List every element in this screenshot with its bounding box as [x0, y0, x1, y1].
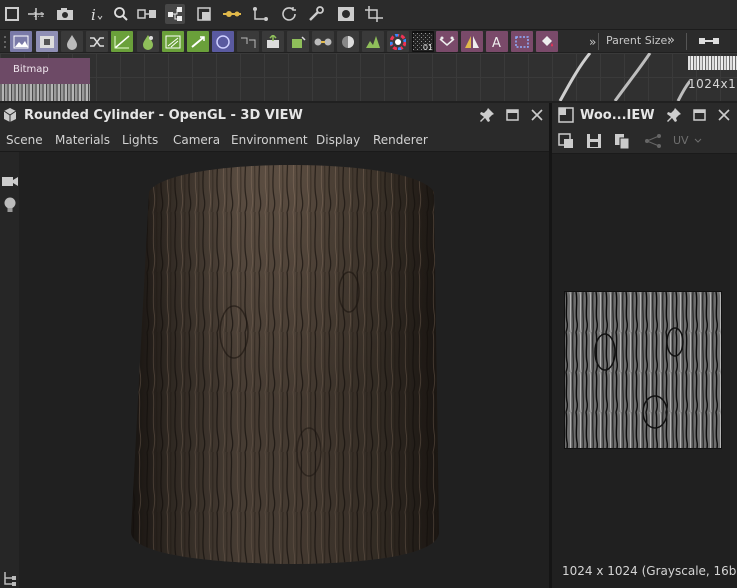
share-icon[interactable]	[644, 134, 662, 148]
grip-icon[interactable]	[2, 34, 8, 50]
search-icon[interactable]	[111, 4, 131, 24]
menu-lights[interactable]: Lights	[122, 133, 158, 147]
text-node-icon[interactable]: A	[486, 31, 508, 52]
copy-icon[interactable]	[614, 133, 630, 149]
3d-viewport[interactable]	[19, 152, 549, 588]
link-nodes-icon[interactable]	[698, 35, 720, 47]
color-wheel-icon[interactable]	[387, 31, 409, 52]
toolbar-separator	[598, 33, 599, 50]
parent-size-chevron[interactable]: »	[667, 33, 675, 48]
bitmap-node-icon[interactable]	[10, 31, 32, 52]
gradient-node-icon[interactable]	[187, 31, 209, 52]
frame-icon[interactable]	[2, 4, 22, 24]
texture-status: 1024 x 1024 (Grayscale, 16bp	[562, 564, 737, 578]
3d-view-panel: Rounded Cylinder - OpenGL - 3D VIEW Scen…	[0, 103, 549, 588]
curve-node-icon[interactable]	[111, 31, 133, 52]
noise-node-icon[interactable]: 01	[412, 31, 434, 52]
bitmap-node[interactable]: Bitmap	[0, 58, 90, 101]
menu-display[interactable]: Display	[316, 133, 360, 147]
link-icon[interactable]	[222, 4, 242, 24]
export-image-icon[interactable]	[558, 133, 574, 149]
info-icon[interactable]: i	[86, 4, 106, 24]
uv-dropdown[interactable]: UV	[673, 134, 689, 147]
close-icon[interactable]	[716, 107, 732, 123]
resolution-label: 1024x1	[688, 77, 737, 91]
svg-text:1:1: 1:1	[33, 11, 44, 19]
2d-view-icon	[558, 107, 574, 123]
node-connection-wires	[558, 53, 690, 101]
video-camera-icon[interactable]	[1, 174, 19, 188]
wrench-icon[interactable]	[307, 4, 327, 24]
bitmap-node-title: Bitmap	[13, 64, 49, 75]
pin-icon[interactable]	[666, 107, 682, 123]
output-node-thumbnail[interactable]	[688, 56, 737, 70]
shuffle-node-icon[interactable]	[86, 31, 108, 52]
light-bulb-icon[interactable]	[2, 196, 18, 214]
bitmap-node-thumbnail	[0, 84, 90, 101]
save-icon[interactable]	[586, 133, 602, 149]
blend-node-icon[interactable]	[137, 31, 159, 52]
svg-text:A: A	[492, 36, 501, 49]
hierarchy-icon[interactable]	[2, 570, 18, 586]
close-icon[interactable]	[529, 107, 545, 123]
refresh-icon[interactable]	[280, 4, 300, 24]
drop-node-icon[interactable]	[61, 31, 83, 52]
2d-view-title: Woo...IEW	[580, 108, 655, 123]
3d-view-menubar: Scene Materials Lights Camera Environmen…	[0, 128, 549, 152]
svg-text:i: i	[91, 6, 96, 22]
image-node-icon[interactable]	[36, 31, 58, 52]
mask-node-icon[interactable]	[337, 31, 359, 52]
2d-view-panel: Woo...IEW UV 1024 x 1024 (Grayscale, 16b…	[552, 103, 737, 588]
pattern-node-icon[interactable]	[237, 31, 259, 52]
bitmap-node-header[interactable]: Bitmap	[0, 58, 90, 84]
layers-icon[interactable]	[194, 4, 214, 24]
main-toolbar: 1:1 i	[0, 0, 737, 29]
menu-materials[interactable]: Materials	[55, 133, 110, 147]
mirror-node-icon[interactable]	[461, 31, 483, 52]
node-graph-area[interactable]: Bitmap 1024x1	[0, 53, 737, 101]
transform-node-icon[interactable]	[436, 31, 458, 52]
chevron-down-icon[interactable]	[694, 138, 702, 144]
camera-icon[interactable]	[55, 4, 75, 24]
select-node-icon[interactable]	[511, 31, 533, 52]
menu-environment[interactable]: Environment	[231, 133, 308, 147]
maximize-icon[interactable]	[504, 107, 520, 123]
svg-text:»: »	[589, 35, 596, 49]
3d-view-title: Rounded Cylinder - OpenGL - 3D VIEW	[24, 108, 303, 123]
warp-node-icon[interactable]	[162, 31, 184, 52]
display-icon[interactable]	[336, 4, 356, 24]
2d-view-toolbar: UV	[552, 128, 737, 154]
fill-node-icon[interactable]	[287, 31, 309, 52]
parent-size-label[interactable]: Parent Size:	[606, 34, 671, 47]
circle-node-icon[interactable]	[212, 31, 234, 52]
node-graph-icon[interactable]	[165, 4, 185, 24]
levels-node-icon[interactable]	[362, 31, 384, 52]
export-node-icon[interactable]	[262, 31, 284, 52]
crop-icon[interactable]	[364, 4, 384, 24]
menu-scene[interactable]: Scene	[6, 133, 43, 147]
toolbar-separator	[686, 33, 687, 50]
3d-view-header: Rounded Cylinder - OpenGL - 3D VIEW	[0, 103, 549, 128]
3d-view-sidebar	[0, 152, 19, 588]
move-handle-icon[interactable]: 1:1	[26, 4, 46, 24]
rounded-cylinder-render	[131, 165, 439, 564]
menu-camera[interactable]: Camera	[173, 133, 220, 147]
pin-icon[interactable]	[479, 107, 495, 123]
noise-badge: 01	[422, 43, 433, 52]
connect-icon[interactable]	[251, 4, 271, 24]
2d-view-header: Woo...IEW	[552, 103, 737, 128]
node-toolbar: 01 A » Parent Size: »	[0, 29, 737, 52]
wood-texture-image	[565, 292, 721, 448]
paint-node-icon[interactable]	[536, 31, 558, 52]
menu-renderer[interactable]: Renderer	[373, 133, 428, 147]
cube-icon	[3, 108, 17, 122]
maximize-icon[interactable]	[691, 107, 707, 123]
align-icon[interactable]	[137, 4, 157, 24]
chain-node-icon[interactable]	[312, 31, 334, 52]
texture-preview[interactable]	[564, 291, 722, 449]
